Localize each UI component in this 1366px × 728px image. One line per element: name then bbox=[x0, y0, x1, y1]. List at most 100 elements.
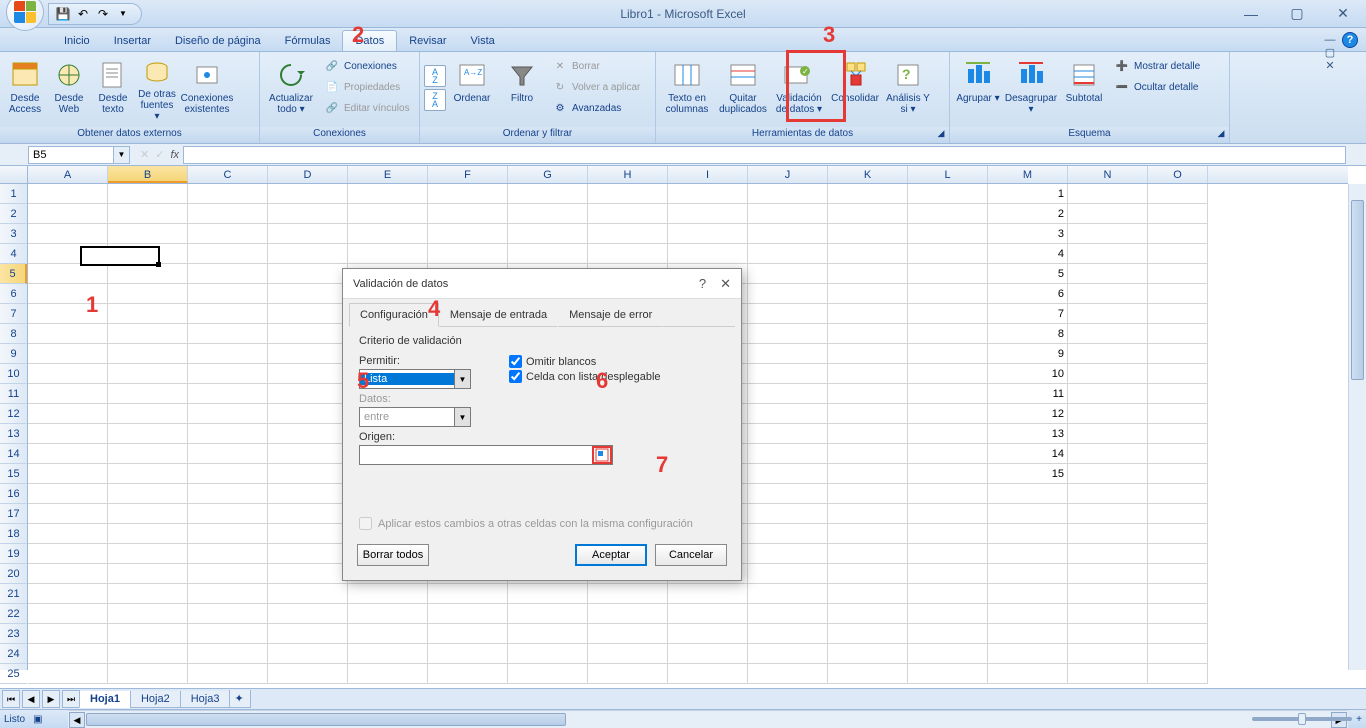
cell-J7[interactable] bbox=[748, 304, 828, 324]
row-header-2[interactable]: 2 bbox=[0, 204, 27, 224]
cell-M25[interactable] bbox=[988, 664, 1068, 684]
cell-C22[interactable] bbox=[188, 604, 268, 624]
filtro-button[interactable]: Filtro bbox=[498, 54, 546, 122]
cell-K13[interactable] bbox=[828, 424, 908, 444]
cell-C25[interactable] bbox=[188, 664, 268, 684]
qat-dropdown-icon[interactable]: ▼ bbox=[115, 6, 131, 22]
cell-I1[interactable] bbox=[668, 184, 748, 204]
cell-D13[interactable] bbox=[268, 424, 348, 444]
cell-L19[interactable] bbox=[908, 544, 988, 564]
cell-D20[interactable] bbox=[268, 564, 348, 584]
cell-F23[interactable] bbox=[428, 624, 508, 644]
cell-D19[interactable] bbox=[268, 544, 348, 564]
row-header-6[interactable]: 6 bbox=[0, 284, 27, 304]
cell-J2[interactable] bbox=[748, 204, 828, 224]
cell-L25[interactable] bbox=[908, 664, 988, 684]
cell-N1[interactable] bbox=[1068, 184, 1148, 204]
col-header-A[interactable]: A bbox=[28, 166, 108, 183]
cell-M15[interactable]: 15 bbox=[988, 464, 1068, 484]
cell-H22[interactable] bbox=[588, 604, 668, 624]
ordenar-button[interactable]: A→ZOrdenar bbox=[448, 54, 496, 122]
cell-K6[interactable] bbox=[828, 284, 908, 304]
tab-formulas[interactable]: Fórmulas bbox=[273, 31, 343, 51]
cell-L23[interactable] bbox=[908, 624, 988, 644]
cell-B18[interactable] bbox=[108, 524, 188, 544]
cell-M19[interactable] bbox=[988, 544, 1068, 564]
cell-J6[interactable] bbox=[748, 284, 828, 304]
cell-I24[interactable] bbox=[668, 644, 748, 664]
cell-D3[interactable] bbox=[268, 224, 348, 244]
cell-M3[interactable]: 3 bbox=[988, 224, 1068, 244]
cell-J24[interactable] bbox=[748, 644, 828, 664]
cell-D10[interactable] bbox=[268, 364, 348, 384]
cell-J3[interactable] bbox=[748, 224, 828, 244]
cell-O7[interactable] bbox=[1148, 304, 1208, 324]
tab-datos[interactable]: Datos bbox=[342, 30, 397, 51]
cell-B4[interactable] bbox=[108, 244, 188, 264]
tab-vista[interactable]: Vista bbox=[459, 31, 507, 51]
row-header-16[interactable]: 16 bbox=[0, 484, 27, 504]
cell-K4[interactable] bbox=[828, 244, 908, 264]
cell-K7[interactable] bbox=[828, 304, 908, 324]
cell-G22[interactable] bbox=[508, 604, 588, 624]
cell-L16[interactable] bbox=[908, 484, 988, 504]
maximize-button[interactable]: ▢ bbox=[1274, 0, 1320, 28]
cell-C8[interactable] bbox=[188, 324, 268, 344]
cell-O21[interactable] bbox=[1148, 584, 1208, 604]
horizontal-scrollbar[interactable]: ◀▶ bbox=[68, 710, 1348, 728]
cell-O6[interactable] bbox=[1148, 284, 1208, 304]
cell-N11[interactable] bbox=[1068, 384, 1148, 404]
cell-M8[interactable]: 8 bbox=[988, 324, 1068, 344]
cell-C7[interactable] bbox=[188, 304, 268, 324]
cell-L17[interactable] bbox=[908, 504, 988, 524]
cell-K2[interactable] bbox=[828, 204, 908, 224]
cell-L18[interactable] bbox=[908, 524, 988, 544]
cell-A14[interactable] bbox=[28, 444, 108, 464]
cell-F22[interactable] bbox=[428, 604, 508, 624]
cell-K3[interactable] bbox=[828, 224, 908, 244]
cell-C18[interactable] bbox=[188, 524, 268, 544]
undo-icon[interactable]: ↶ bbox=[75, 6, 91, 22]
cell-F1[interactable] bbox=[428, 184, 508, 204]
row-header-20[interactable]: 20 bbox=[0, 564, 27, 584]
cell-L24[interactable] bbox=[908, 644, 988, 664]
row-header-7[interactable]: 7 bbox=[0, 304, 27, 324]
cell-D12[interactable] bbox=[268, 404, 348, 424]
cell-J5[interactable] bbox=[748, 264, 828, 284]
ocultar-detalle-button[interactable]: ➖Ocultar detalle bbox=[1110, 77, 1204, 97]
cell-M16[interactable] bbox=[988, 484, 1068, 504]
cancelar-button[interactable]: Cancelar bbox=[655, 544, 727, 566]
cell-A12[interactable] bbox=[28, 404, 108, 424]
cell-B12[interactable] bbox=[108, 404, 188, 424]
sheet-nav-prev[interactable]: ◀ bbox=[22, 690, 40, 708]
cell-G4[interactable] bbox=[508, 244, 588, 264]
cell-B24[interactable] bbox=[108, 644, 188, 664]
cell-J10[interactable] bbox=[748, 364, 828, 384]
cell-B10[interactable] bbox=[108, 364, 188, 384]
cell-O22[interactable] bbox=[1148, 604, 1208, 624]
desde-texto-button[interactable]: Desde texto bbox=[92, 54, 134, 122]
cell-L21[interactable] bbox=[908, 584, 988, 604]
cell-L20[interactable] bbox=[908, 564, 988, 584]
cell-F3[interactable] bbox=[428, 224, 508, 244]
cell-M21[interactable] bbox=[988, 584, 1068, 604]
cell-B16[interactable] bbox=[108, 484, 188, 504]
cell-K17[interactable] bbox=[828, 504, 908, 524]
cell-D25[interactable] bbox=[268, 664, 348, 684]
cell-O9[interactable] bbox=[1148, 344, 1208, 364]
cell-C12[interactable] bbox=[188, 404, 268, 424]
cell-H2[interactable] bbox=[588, 204, 668, 224]
cell-C2[interactable] bbox=[188, 204, 268, 224]
cell-B21[interactable] bbox=[108, 584, 188, 604]
cell-A1[interactable] bbox=[28, 184, 108, 204]
cell-I2[interactable] bbox=[668, 204, 748, 224]
cell-L15[interactable] bbox=[908, 464, 988, 484]
de-otras-fuentes-button[interactable]: De otras fuentes ▾ bbox=[136, 54, 178, 122]
conexiones-button[interactable]: 🔗Conexiones bbox=[320, 56, 414, 76]
col-header-N[interactable]: N bbox=[1068, 166, 1148, 183]
chevron-down-icon[interactable]: ▼ bbox=[454, 370, 470, 388]
cell-M22[interactable] bbox=[988, 604, 1068, 624]
cell-C24[interactable] bbox=[188, 644, 268, 664]
row-header-11[interactable]: 11 bbox=[0, 384, 27, 404]
cell-A21[interactable] bbox=[28, 584, 108, 604]
